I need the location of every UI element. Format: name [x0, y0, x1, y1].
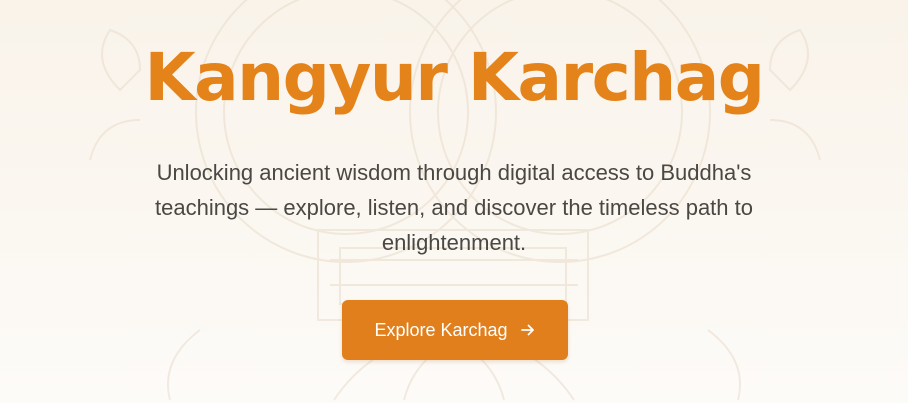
explore-karchag-button-label: Explore Karchag [374, 319, 508, 340]
hero-section: Kangyur Karchag Unlocking ancient wisdom… [0, 0, 908, 403]
hero-subtitle: Unlocking ancient wisdom through digital… [155, 160, 753, 255]
page-title: Kangyur Karchag [144, 39, 765, 116]
arrow-right-icon [520, 324, 534, 336]
explore-karchag-button[interactable]: Explore Karchag [342, 300, 568, 360]
